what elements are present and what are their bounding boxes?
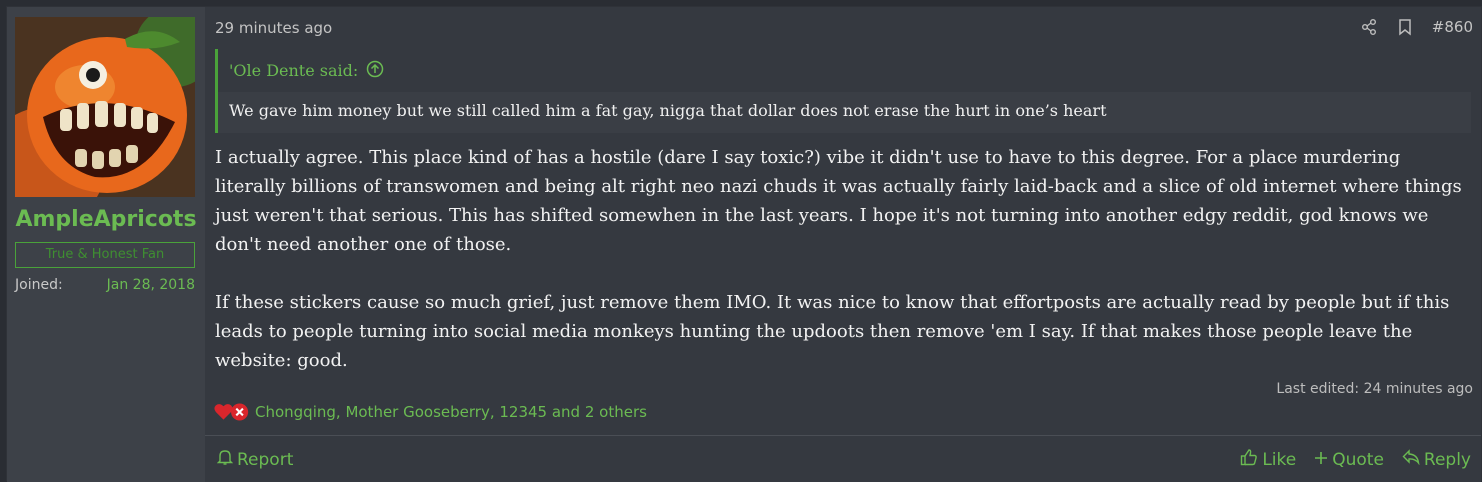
joined-row: Joined: Jan 28, 2018 [15, 277, 195, 293]
bookmark-icon[interactable] [1396, 18, 1414, 36]
post-header-actions: #860 [1360, 18, 1473, 36]
quote-author[interactable]: 'Ole Dente said: [229, 61, 358, 80]
user-cell: AmpleApricots True & Honest Fan Joined: … [7, 7, 205, 482]
last-edited: Last edited: 24 minutes ago [1276, 381, 1473, 397]
user-title-badge: True & Honest Fan [15, 242, 195, 268]
apricot-monster-avatar [15, 17, 195, 197]
post-paragraph: I actually agree. This place kind of has… [215, 147, 1462, 255]
like-button[interactable]: Like [1240, 448, 1296, 471]
post-footer: Report Like Quote Reply [205, 435, 1481, 482]
reaction-icons [213, 401, 251, 423]
reactions-bar[interactable]: Chongqing, Mother Gooseberry, 12345 and … [213, 401, 647, 423]
quote-block: 'Ole Dente said: We gave him money but w… [215, 49, 1471, 133]
share-icon[interactable] [1360, 18, 1378, 36]
report-label: Report [237, 449, 294, 470]
post-timestamp[interactable]: 29 minutes ago [215, 19, 332, 37]
arrow-up-circle-icon[interactable] [366, 60, 384, 82]
quote-text: We gave him money but we still called hi… [229, 101, 1107, 120]
plus-icon [1314, 450, 1328, 470]
username[interactable]: AmpleApricots [7, 207, 205, 232]
bell-icon [216, 448, 234, 471]
avatar[interactable] [15, 17, 195, 197]
post-paragraph: If these stickers cause so much grief, j… [215, 292, 1450, 371]
joined-date: Jan 28, 2018 [106, 277, 195, 293]
reactors-list[interactable]: Chongqing, Mother Gooseberry, 12345 and … [255, 403, 647, 421]
report-button[interactable]: Report [216, 448, 294, 471]
reply-arrow-icon [1402, 449, 1420, 470]
like-label: Like [1262, 449, 1297, 470]
footer-actions: Like Quote Reply [1240, 448, 1471, 471]
post-container: AmpleApricots True & Honest Fan Joined: … [6, 6, 1482, 482]
quote-header[interactable]: 'Ole Dente said: [218, 49, 1471, 92]
heart-icon [214, 404, 233, 420]
joined-label: Joined: [15, 277, 63, 293]
quote-label: Quote [1332, 449, 1384, 470]
post-main: 29 minutes ago #860 'Ole Dente said: We … [205, 7, 1481, 482]
post-number[interactable]: #860 [1432, 18, 1473, 36]
quote-button[interactable]: Quote [1314, 448, 1384, 471]
thumbs-up-icon [1240, 448, 1258, 471]
post-body: I actually agree. This place kind of has… [215, 143, 1470, 404]
reply-label: Reply [1423, 449, 1471, 470]
reply-button[interactable]: Reply [1402, 448, 1471, 471]
